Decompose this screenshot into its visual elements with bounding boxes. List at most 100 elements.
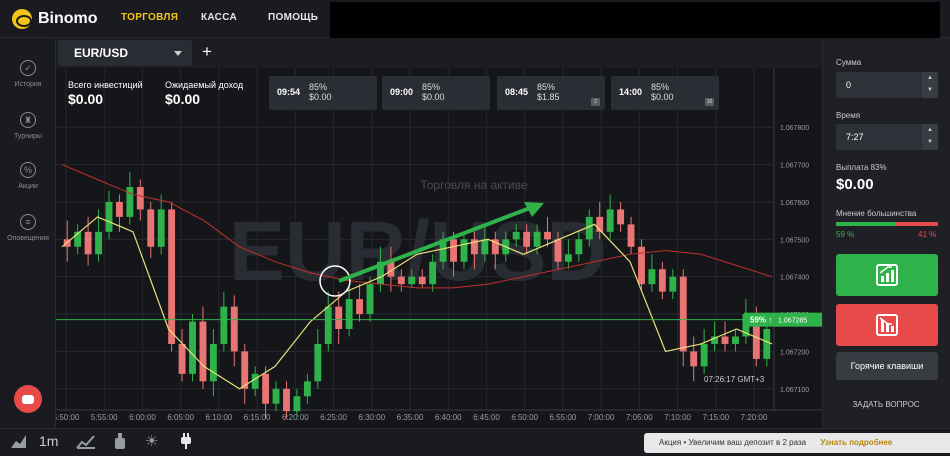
- payout-label: Выплата 83%: [836, 163, 887, 172]
- sidebar-item-promotions[interactable]: % Акции: [0, 162, 56, 190]
- sidebar-item-tournaments[interactable]: ♜ Турниры: [0, 112, 56, 140]
- amount-input[interactable]: 0: [836, 72, 922, 98]
- option-time: 08:45: [505, 87, 529, 97]
- candle-body: [324, 306, 332, 344]
- option-time: 09:54: [277, 87, 301, 97]
- candle-body: [418, 276, 426, 285]
- call-up-button[interactable]: [836, 254, 938, 296]
- chart-type-area-icon[interactable]: [10, 432, 28, 452]
- put-down-button[interactable]: [836, 304, 938, 346]
- option-time: 09:00: [390, 87, 414, 97]
- hotkeys-button[interactable]: Горячие клавиши: [836, 352, 938, 380]
- option-card[interactable]: 09:54 85% $0.00: [269, 76, 377, 110]
- binomo-logo[interactable]: Binomo: [12, 8, 98, 30]
- candle-body: [554, 239, 562, 262]
- trophy-icon: ♜: [20, 112, 36, 128]
- majority-bar: [836, 222, 938, 226]
- candle-body: [283, 388, 290, 412]
- candle-body: [147, 209, 155, 247]
- y-tick-label: 1.067200: [780, 349, 809, 356]
- time-stepper[interactable]: ▲ ▼: [922, 124, 938, 150]
- x-tick-label: 5:50:00: [56, 413, 80, 422]
- majority-label: Мнение большинства: [836, 209, 917, 218]
- expected-income-label: Ожидаемый доход: [165, 80, 244, 90]
- interval-button[interactable]: 1m: [39, 433, 58, 453]
- time-input[interactable]: 7:27: [836, 124, 922, 150]
- chart-up-icon: [876, 264, 898, 286]
- y-tick-label: 1.067500: [780, 237, 809, 244]
- expected-income-value: $0.00: [165, 91, 201, 107]
- candle-body: [345, 299, 353, 329]
- option-card[interactable]: 08:45 85% $1.85 2: [497, 76, 605, 110]
- plug-icon[interactable]: [178, 432, 194, 452]
- candle-body: [209, 343, 217, 382]
- option-card[interactable]: 14:00 85% $0.00 10: [611, 76, 719, 110]
- candle-body: [669, 276, 677, 292]
- candle-body: [366, 284, 374, 315]
- candle-body: [136, 187, 144, 210]
- sidebar-item-notifications[interactable]: ≡ Оповещения: [0, 214, 56, 242]
- add-asset-button[interactable]: +: [196, 40, 218, 66]
- candle-body: [460, 239, 468, 262]
- option-pct: 85%: [309, 82, 328, 92]
- candle-body: [763, 329, 771, 359]
- candle-body: [178, 343, 186, 374]
- x-tick-label: 6:25:00: [320, 413, 347, 422]
- chart-svg: 5:50:00 5:55:00 6:00:00 6:05:00 6:10:00 6:15:…: [53, 68, 822, 422]
- candle-body: [220, 306, 228, 344]
- nav-help[interactable]: ПОМОЩЬ: [268, 12, 318, 23]
- promo-link[interactable]: Узнать подробнее: [820, 438, 892, 447]
- x-tick-label: 7:15:00: [702, 413, 729, 422]
- candle-body: [408, 276, 416, 285]
- nav-trade[interactable]: ТОРГОВЛЯ: [121, 12, 178, 23]
- y-tick-label: 1.067700: [780, 163, 809, 170]
- percent-icon: %: [20, 162, 36, 178]
- candle-body: [429, 261, 437, 285]
- candle-body: [732, 336, 739, 344]
- ask-question-link[interactable]: ЗАДАТЬ ВОПРОС: [822, 400, 950, 409]
- left-sidebar: ✓ История ♜ Турниры % Акции ≡ Оповещения: [0, 38, 56, 428]
- price-chart[interactable]: 5:50:00 5:55:00 6:00:00 6:05:00 6:10:00 6:15:…: [53, 68, 822, 428]
- x-tick-label: 7:10:00: [664, 413, 691, 422]
- payout-value: $0.00: [836, 176, 874, 193]
- sidebar-item-label: Акции: [18, 183, 38, 190]
- option-card[interactable]: 09:00 85% $0.00: [382, 76, 490, 110]
- option-badge: 10: [705, 98, 714, 106]
- nav-cashier[interactable]: КАССА: [201, 12, 237, 23]
- asset-selector[interactable]: EUR/USD: [58, 40, 192, 66]
- sidebar-item-history[interactable]: ✓ История: [0, 60, 56, 88]
- candle-body: [241, 351, 249, 389]
- candle-body: [523, 231, 531, 247]
- candle-body: [126, 187, 134, 217]
- theme-sun-icon[interactable]: ☀: [145, 432, 158, 452]
- x-tick-label: 7:20:00: [741, 413, 768, 422]
- candle-body: [658, 269, 666, 292]
- option-pct: 85%: [651, 82, 670, 92]
- candle-body: [157, 209, 165, 247]
- asset-name: EUR/USD: [74, 46, 129, 60]
- candle-body: [262, 373, 270, 404]
- candle-body: [648, 269, 656, 285]
- candle-body: [606, 209, 614, 232]
- drawing-tools-icon[interactable]: [112, 432, 128, 452]
- trading-on-asset-text: Торговля на активе: [420, 178, 528, 192]
- candle-body: [617, 209, 625, 225]
- x-tick-label: 6:05:00: [167, 413, 194, 422]
- option-info: 85% $1.85: [537, 82, 560, 102]
- check-circle-icon: ✓: [20, 60, 36, 76]
- candle-body: [679, 276, 687, 352]
- candle-body: [512, 231, 520, 240]
- candle-body: [564, 254, 572, 262]
- promo-text: Акция • Увеличим ваш депозит в 2 раза: [659, 438, 807, 447]
- option-amount: $0.00: [651, 92, 674, 102]
- candle-body: [95, 231, 102, 255]
- chat-bubble-icon: [22, 394, 34, 404]
- sidebar-item-label: История: [14, 81, 42, 88]
- indicators-icon[interactable]: [76, 432, 96, 452]
- y-tick-label: 1.067600: [780, 200, 809, 207]
- chat-button[interactable]: [14, 385, 42, 413]
- x-tick-label: 6:50:00: [511, 413, 538, 422]
- option-amount: $0.00: [309, 92, 332, 102]
- amount-stepper[interactable]: ▲ ▼: [922, 72, 938, 98]
- current-price-text: 1.067285: [778, 318, 807, 325]
